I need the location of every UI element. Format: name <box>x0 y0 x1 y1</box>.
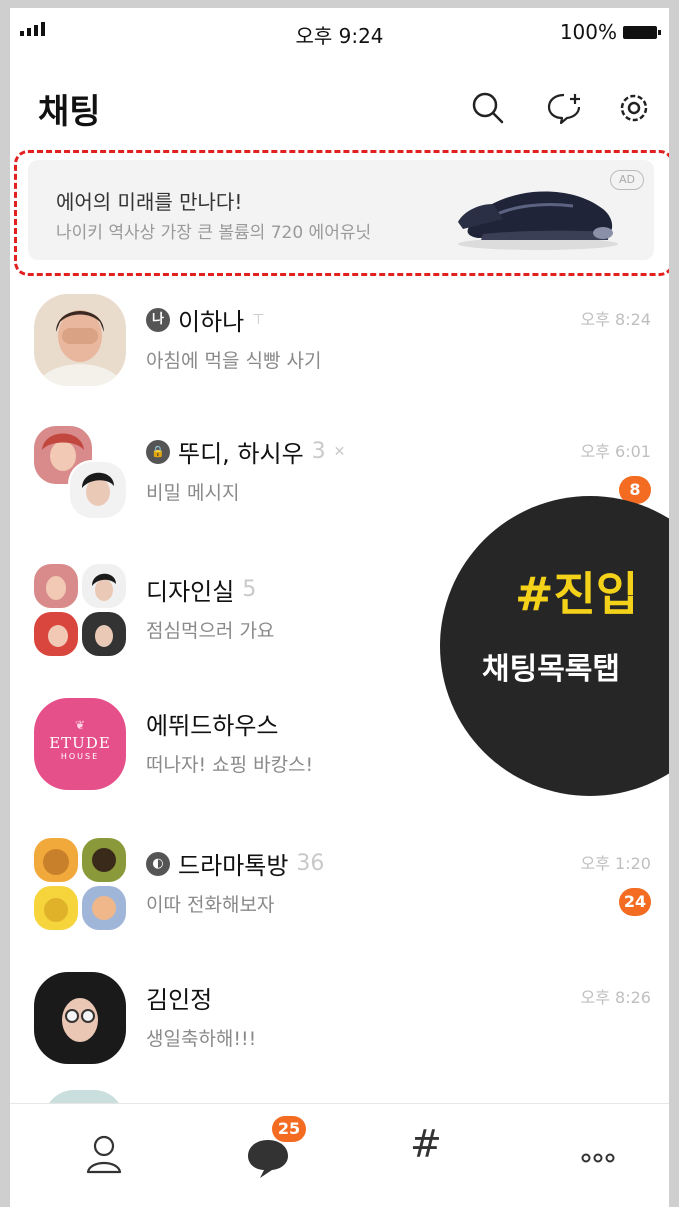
avatar <box>34 294 126 386</box>
member-count: 3 <box>311 439 326 464</box>
member-count: 5 <box>242 577 257 602</box>
sneaker-image <box>458 191 618 250</box>
chat-name: 김인정 <box>146 986 213 1014</box>
chat-name: 이하나 <box>178 308 245 336</box>
search-icon[interactable] <box>468 88 508 128</box>
pin-icon: ⊤ <box>252 311 265 328</box>
chat-name-row: 김인정 <box>146 980 212 1015</box>
chat-name: 뚜디, 하시우 <box>178 440 304 468</box>
battery-icon <box>623 25 661 39</box>
logo-text: ETUDE <box>49 734 111 752</box>
unread-badge: 24 <box>619 888 651 916</box>
chat-item[interactable]: 김인정 생일축하해!!! 오후 8:26 <box>10 972 669 1102</box>
phone-screen: 오후 9:24 100% 채팅 에어의 미래를 만나다! 나이키 역사상 가장 … <box>10 8 669 1207</box>
chat-name: 드라마톡방 <box>178 852 289 880</box>
chat-time: 오후 1:20 <box>580 854 651 873</box>
lock-icon: 🔒 <box>146 439 170 464</box>
chat-item[interactable]: ◐ 드라마톡방 36 이따 전화해보자 오후 1:20 24 <box>10 838 669 968</box>
chat-preview: 아침에 먹을 식빵 사기 <box>146 350 322 372</box>
ad-banner[interactable]: 에어의 미래를 만나다! 나이키 역사상 가장 큰 볼륨의 720 에어유닛 A… <box>28 160 654 260</box>
avatar <box>34 972 126 1064</box>
chat-name-row: 🔒 뚜디, 하시우 3 ✕ <box>146 434 345 469</box>
group-avatar <box>34 426 126 518</box>
chat-name-row: 에뛰드하우스 <box>146 706 278 741</box>
chat-tab-badge: 25 <box>272 1116 306 1142</box>
chat-name-row: 나 이하나 ⊤ <box>146 302 264 337</box>
callout-tag: #진입 <box>515 567 639 621</box>
friends-icon[interactable] <box>74 1126 134 1186</box>
chat-name: 에뛰드하우스 <box>146 712 279 740</box>
open-chat-icon: ◐ <box>146 851 170 876</box>
ad-subtitle: 나이키 역사상 가장 큰 볼륨의 720 에어유닛 <box>56 223 372 243</box>
logo-subtext: HOUSE <box>60 752 100 761</box>
status-bar: 오후 9:24 100% <box>10 8 669 58</box>
hashtag-icon[interactable]: # <box>410 1122 442 1166</box>
more-icon[interactable] <box>568 1126 628 1186</box>
chat-preview: 비밀 메시지 <box>146 482 240 504</box>
chat-time: 오후 8:24 <box>580 310 651 329</box>
battery-indicator: 100% <box>559 20 661 44</box>
page-title: 채팅 <box>38 92 101 132</box>
chat-preview: 이따 전화해보자 <box>146 894 275 916</box>
callout-label: 채팅목록탭 <box>482 652 620 687</box>
mute-icon: ✕ <box>333 443 346 460</box>
etude-house-logo: ❦ ETUDE HOUSE <box>34 698 126 790</box>
chat-item[interactable]: 나 이하나 ⊤ 아침에 먹을 식빵 사기 오후 8:24 <box>10 294 669 424</box>
chat-name-row: ◐ 드라마톡방 36 <box>146 846 324 881</box>
member-count: 36 <box>296 851 325 876</box>
chat-preview: 생일축하해!!! <box>146 1028 257 1050</box>
chat-name-row: 디자인실 5 <box>146 572 256 607</box>
header: 채팅 <box>10 78 669 148</box>
group-avatar <box>34 838 126 930</box>
group-avatar <box>34 564 126 656</box>
self-chat-icon: 나 <box>146 307 170 332</box>
ad-title: 에어의 미래를 만나다! <box>56 190 243 214</box>
chat-name: 디자인실 <box>146 578 235 606</box>
chat-time: 오후 8:26 <box>580 988 651 1007</box>
bottom-tab-bar: 25 # <box>10 1103 669 1207</box>
chat-preview: 점심먹으러 가요 <box>146 620 275 642</box>
battery-percent: 100% <box>559 20 617 44</box>
chat-preview: 떠나자! 쇼핑 바캉스! <box>146 754 314 776</box>
chat-time: 오후 6:01 <box>580 442 651 461</box>
new-chat-icon[interactable] <box>544 88 584 128</box>
crown-icon: ❦ <box>74 718 86 732</box>
settings-icon[interactable] <box>614 88 654 128</box>
